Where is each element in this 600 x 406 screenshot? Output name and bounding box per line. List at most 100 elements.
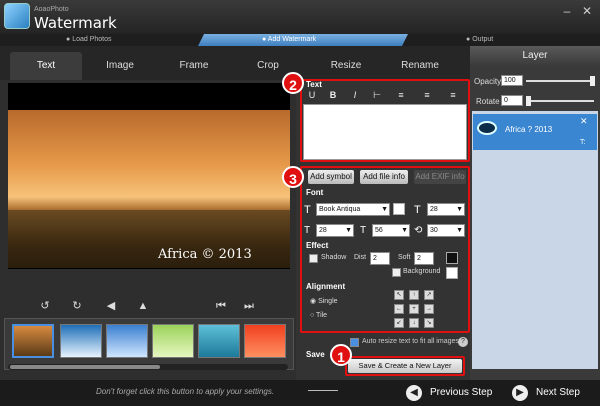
font-family-select[interactable]: Book Antiqua ▼ <box>316 203 390 216</box>
rotate-slider-track[interactable] <box>526 100 594 102</box>
align-center-icon[interactable]: ≡ <box>420 88 434 102</box>
align-center-middle-icon[interactable]: + <box>409 304 419 314</box>
align-top-icon[interactable]: ↑ <box>409 290 419 300</box>
italic-icon[interactable]: I <box>348 88 362 102</box>
thumbnail-flowers[interactable] <box>244 324 286 358</box>
step-label: Add Watermark <box>267 36 317 43</box>
bold-icon[interactable]: B <box>326 88 340 102</box>
align-left-middle-icon[interactable]: ← <box>394 304 404 314</box>
opacity-label: Opacity <box>474 77 502 86</box>
shadow-checkbox[interactable] <box>309 254 318 263</box>
previous-step-label: Previous Step <box>430 387 493 398</box>
help-icon[interactable]: ? <box>458 337 468 347</box>
align-right-icon[interactable]: ≡ <box>446 88 460 102</box>
delete-layer-icon[interactable]: ✕ <box>580 116 588 127</box>
rotate-slider-handle[interactable] <box>526 96 531 106</box>
strikethrough-icon[interactable]: ⊢ <box>370 88 384 102</box>
previous-step-button[interactable]: ◀ Previous Step <box>400 382 510 404</box>
step-output[interactable]: ● Output <box>466 34 493 46</box>
opacity-field[interactable]: 100 <box>501 75 523 86</box>
tab-rename[interactable]: Rename <box>384 52 456 80</box>
next-icon: ▶ <box>512 385 528 401</box>
watermark-text-preview[interactable]: Africa © 2013 <box>158 247 252 262</box>
align-top-right-icon[interactable]: ↗ <box>424 290 434 300</box>
rotate-label: Rotate <box>476 97 500 106</box>
rotate-value: 0 <box>504 97 508 104</box>
thumbnail-clouds[interactable] <box>106 324 148 358</box>
effect-section-label: Effect <box>306 241 329 250</box>
width-value: 28 <box>319 227 327 234</box>
thumbnail-scrollbar-thumb[interactable] <box>10 365 160 369</box>
rotate-field[interactable]: 0 <box>501 95 523 106</box>
hint-text: Don't forget click this button to apply … <box>96 387 275 396</box>
align-left-icon[interactable]: ≡ <box>394 88 408 102</box>
close-icon[interactable]: ✕ <box>580 4 594 18</box>
dist-value: 2 <box>373 255 377 262</box>
flip-vertical-icon[interactable]: ▲ <box>134 297 152 315</box>
watermark-text-input[interactable] <box>303 104 467 160</box>
thumbnail-sea[interactable] <box>198 324 240 358</box>
app-title: Watermark <box>34 14 117 32</box>
layer-panel-title: Layer <box>470 46 600 66</box>
align-top-left-icon[interactable]: ↖ <box>394 290 404 300</box>
flip-horizontal-icon[interactable]: ◀ <box>102 297 120 315</box>
background-checkbox[interactable] <box>392 268 401 277</box>
hint-arrow-icon <box>308 390 338 391</box>
single-radio[interactable]: ◉ Single <box>310 297 338 305</box>
font-size-value: 28 <box>430 206 438 213</box>
angle-field[interactable]: 30 ▼ <box>427 224 465 237</box>
shadow-color-button[interactable] <box>446 252 458 264</box>
single-label: Single <box>318 298 338 305</box>
soft-label: Soft <box>398 254 411 261</box>
soft-field[interactable]: 2 <box>414 252 434 265</box>
align-bottom-right-icon[interactable]: ↘ <box>424 318 434 328</box>
add-exif-info-button[interactable]: Add EXIF info <box>414 170 466 184</box>
previous-image-icon[interactable]: ⏮ <box>212 297 230 315</box>
app-window: AoaoPhoto Watermark – ✕ ● Load Photos ● … <box>0 0 600 406</box>
align-bottom-left-icon[interactable]: ↙ <box>394 318 404 328</box>
add-file-info-button[interactable]: Add file info <box>360 170 408 184</box>
next-image-icon[interactable]: ⏭ <box>240 297 258 315</box>
align-bottom-icon[interactable]: ↓ <box>409 318 419 328</box>
tab-resize[interactable]: Resize <box>310 52 382 80</box>
save-create-layer-button[interactable]: Save & Create a New Layer <box>348 359 462 373</box>
tab-frame[interactable]: Frame <box>158 52 230 80</box>
tile-radio[interactable]: ○ Tile <box>310 312 327 319</box>
soft-value: 2 <box>417 255 421 262</box>
opacity-value: 100 <box>504 77 516 84</box>
auto-resize-label: Auto resize text to fit all images. <box>362 338 461 345</box>
tab-image[interactable]: Image <box>84 52 156 80</box>
font-section-label: Font <box>306 188 324 197</box>
thumbnail-leaves[interactable] <box>152 324 194 358</box>
add-symbol-button[interactable]: Add symbol <box>308 170 354 184</box>
underline-icon[interactable]: U <box>305 88 319 102</box>
shadow-label: Shadow <box>321 254 347 261</box>
opacity-slider-handle[interactable] <box>590 76 595 86</box>
step-load-photos[interactable]: ● Load Photos <box>66 34 112 46</box>
font-color-button[interactable] <box>393 203 405 215</box>
tile-label: Tile <box>316 312 328 319</box>
layer-type-icon: T: <box>580 139 586 146</box>
angle-icon: ⟲ <box>414 225 423 236</box>
thumbnail-sky[interactable] <box>60 324 102 358</box>
width-field[interactable]: 28 ▼ <box>316 224 354 237</box>
opacity-slider-track[interactable] <box>526 80 594 82</box>
step-badge-1: 1 <box>330 344 352 366</box>
background-color-button[interactable] <box>446 267 458 279</box>
rotate-right-icon[interactable]: ↻ <box>68 297 86 315</box>
dist-field[interactable]: 2 <box>370 252 390 265</box>
visibility-eye-icon[interactable] <box>477 121 497 135</box>
rotate-left-icon[interactable]: ↺ <box>36 297 54 315</box>
auto-resize-checkbox[interactable] <box>350 338 359 347</box>
app-logo-icon <box>4 3 30 29</box>
font-size-select[interactable]: 28 ▼ <box>427 203 465 216</box>
align-right-middle-icon[interactable]: → <box>424 304 434 314</box>
height-value: 56 <box>375 227 383 234</box>
height-field[interactable]: 56 ▼ <box>372 224 410 237</box>
tab-text[interactable]: Text <box>10 52 82 80</box>
minimize-icon[interactable]: – <box>560 4 574 18</box>
thumbnail-africa[interactable] <box>12 324 54 358</box>
background-label: Background <box>403 268 441 275</box>
next-step-button[interactable]: ▶ Next Step <box>506 382 598 404</box>
step-add-watermark[interactable]: ● Add Watermark <box>262 34 316 46</box>
